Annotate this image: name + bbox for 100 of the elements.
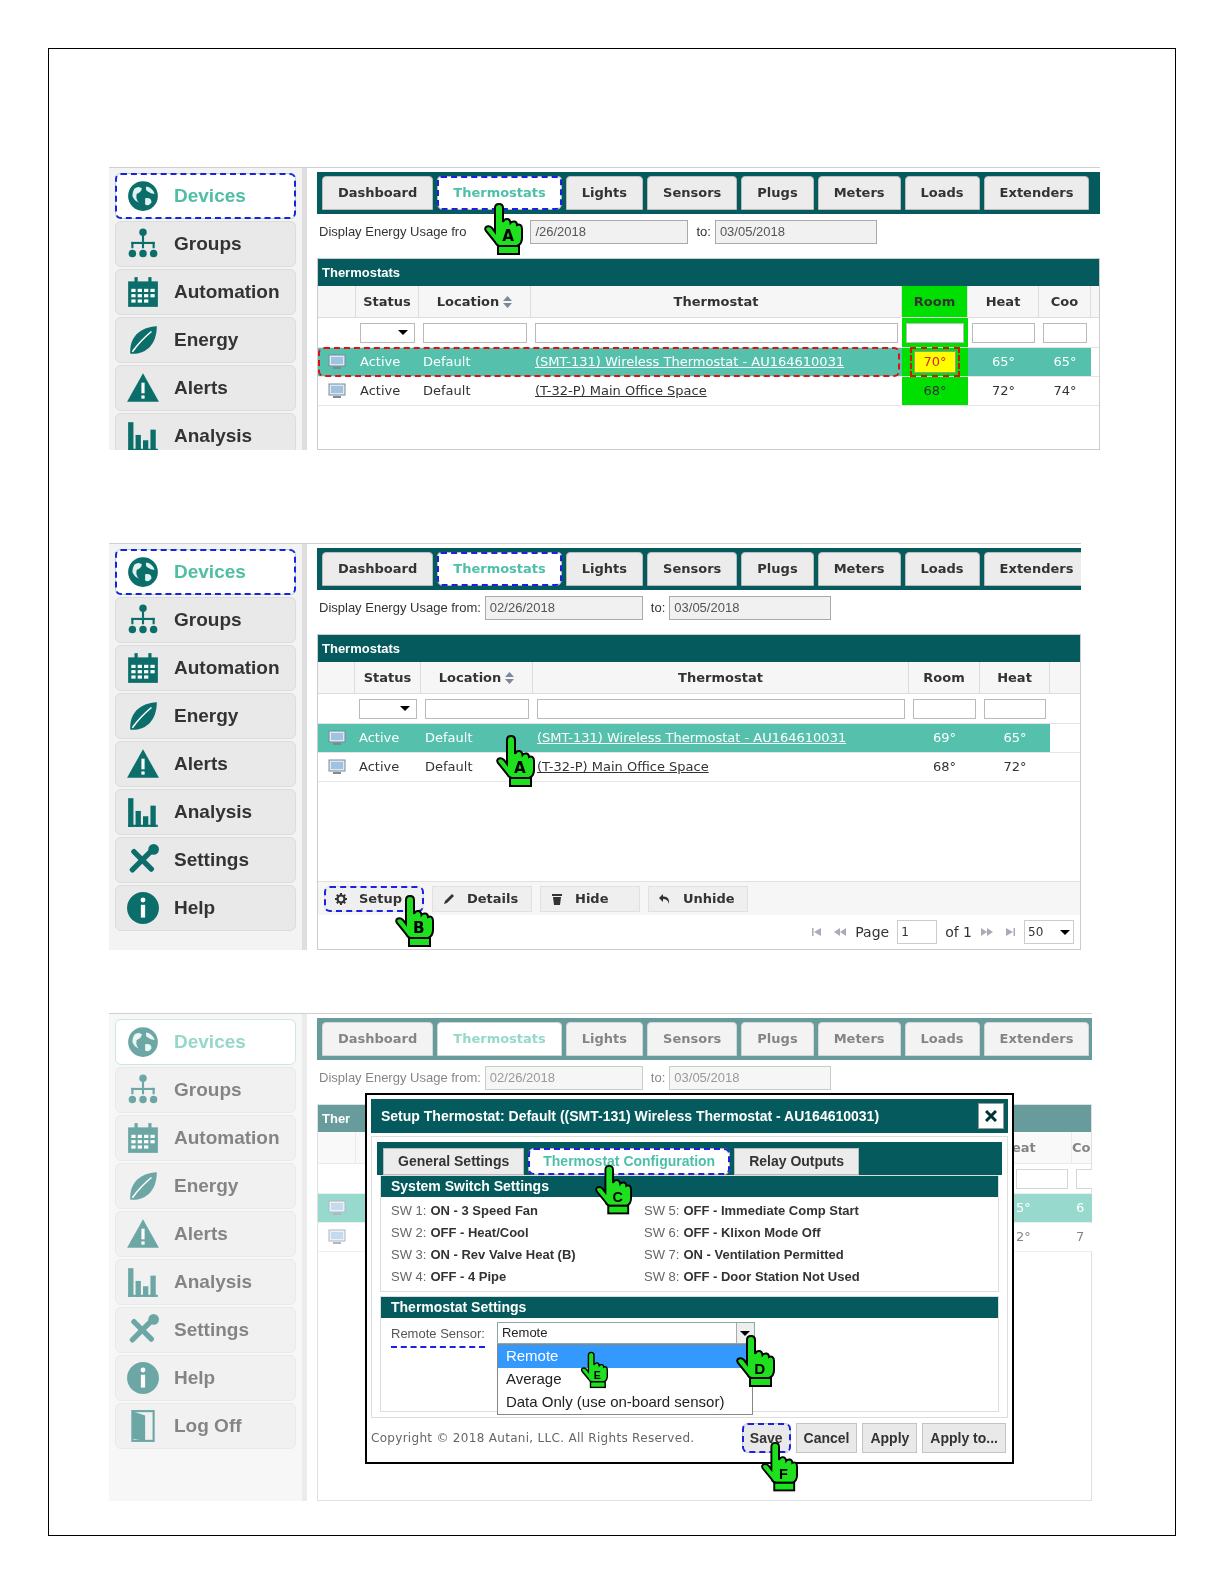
pencil-icon: [443, 892, 455, 905]
column-header[interactable]: Room: [902, 286, 968, 317]
filter-field[interactable]: [535, 322, 898, 343]
column-header[interactable]: Coo: [1039, 286, 1091, 317]
date-field[interactable]: 03/05/2018: [714, 220, 877, 244]
tab[interactable]: Lights: [565, 552, 644, 586]
tab[interactable]: Loads: [904, 176, 980, 210]
switch-setting: SW 8: OFF - Door Station Not Used: [644, 1268, 861, 1287]
page-field[interactable]: 1: [897, 920, 938, 944]
toolbar-button[interactable]: Details: [432, 885, 532, 912]
tab[interactable]: Extenders: [983, 552, 1081, 586]
gear-icon: [335, 892, 347, 905]
dropdown-option[interactable]: Data Only (use on-board sensor): [497, 1391, 733, 1414]
tab[interactable]: Extenders: [983, 176, 1090, 210]
filter-field[interactable]: [423, 322, 527, 343]
pointing-hand-icon: [579, 1351, 608, 1389]
tab[interactable]: Dashboard: [322, 552, 434, 586]
column-header[interactable]: Co: [1072, 1132, 1092, 1163]
tab[interactable]: Meters: [817, 176, 901, 210]
sidebar-item[interactable]: Settings: [115, 837, 296, 883]
field-label: Remote Sensor:: [391, 1324, 485, 1348]
column-header[interactable]: Heat: [968, 286, 1039, 317]
tab[interactable]: Plugs: [741, 552, 814, 586]
calendar-icon: [126, 651, 160, 685]
grid-title: Thermostats: [318, 259, 1099, 286]
filter-field[interactable]: [425, 698, 529, 719]
tab[interactable]: General Settings: [383, 1148, 525, 1175]
filter-select[interactable]: [360, 322, 415, 343]
tab[interactable]: Meters: [817, 552, 901, 586]
sidebar-item[interactable]: Alerts: [115, 741, 296, 787]
bar-chart-icon: [126, 419, 160, 450]
sidebar-item[interactable]: Groups: [115, 221, 296, 267]
filter-field[interactable]: [537, 698, 905, 719]
date-field[interactable]: 02/26/2018: [484, 596, 643, 620]
sidebar-item[interactable]: Alerts: [115, 365, 296, 411]
callout-letter: A: [502, 229, 514, 245]
tab[interactable]: Relay Outputs: [734, 1148, 860, 1175]
pointing-hand-icon: [734, 1334, 775, 1388]
dialog-button[interactable]: Save: [741, 1423, 791, 1453]
sidebar-item[interactable]: Energy: [115, 317, 296, 363]
filter-field[interactable]: [1043, 322, 1087, 343]
tab[interactable]: Plugs: [741, 176, 814, 210]
sort-icon: [503, 295, 513, 308]
dialog-button[interactable]: Apply: [862, 1423, 918, 1453]
monitor-icon: [328, 354, 346, 370]
sidebar-item[interactable]: Automation: [115, 645, 296, 691]
close-icon: [985, 1110, 997, 1122]
undo-icon: [659, 892, 671, 905]
filter-field[interactable]: [984, 698, 1046, 719]
column-header[interactable]: Room: [909, 662, 980, 693]
close-button[interactable]: [978, 1103, 1004, 1129]
info-icon: [126, 1361, 160, 1395]
tab[interactable]: Loads: [904, 552, 980, 586]
sidebar-item[interactable]: Analysis: [115, 413, 296, 450]
column-header[interactable]: Status: [355, 662, 421, 693]
switch-setting: SW 3: ON - Rev Valve Heat (B): [391, 1246, 577, 1265]
table-cell: 6: [1072, 1194, 1092, 1222]
column-header[interactable]: Location: [419, 286, 531, 317]
monitor-icon: [328, 1229, 346, 1245]
remote-sensor-select[interactable]: Remote: [496, 1322, 755, 1344]
sidebar-item[interactable]: Groups: [115, 597, 296, 643]
column-header[interactable]: Status: [356, 286, 419, 317]
dialog-button[interactable]: Apply to...: [922, 1423, 1006, 1453]
sidebar-item[interactable]: Analysis: [115, 789, 296, 835]
tab[interactable]: Sensors: [647, 552, 738, 586]
sidebar-item[interactable]: Energy: [115, 693, 296, 739]
sidebar-item[interactable]: Automation: [115, 269, 296, 315]
tab[interactable]: Dashboard: [322, 176, 434, 210]
dropdown-option[interactable]: Average: [497, 1368, 570, 1391]
sidebar-item[interactable]: Help: [115, 885, 296, 931]
table-cell: Active: [355, 724, 421, 752]
calendar-icon: [126, 275, 160, 309]
dialog-button[interactable]: Cancel: [795, 1423, 858, 1453]
column-header[interactable]: Location: [421, 662, 533, 693]
column-header[interactable]: Thermostat: [533, 662, 909, 693]
bar-chart-icon: [126, 1265, 160, 1299]
page-size-select[interactable]: 50: [1024, 920, 1074, 944]
toolbar-button[interactable]: Unhide: [648, 885, 748, 912]
filter-field[interactable]: [1016, 1168, 1068, 1189]
switch-setting: SW 5: OFF - Immediate Comp Start: [644, 1202, 860, 1221]
caret-icon: [398, 330, 408, 335]
tab[interactable]: Sensors: [647, 176, 738, 210]
filter-select[interactable]: [359, 698, 417, 719]
globe-icon: [126, 1025, 160, 1059]
tab[interactable]: Lights: [565, 176, 644, 210]
callout-letter: B: [413, 920, 425, 936]
filter-field[interactable]: [972, 322, 1035, 343]
callout-letter: D: [754, 1361, 766, 1377]
filter-field[interactable]: [913, 698, 976, 719]
warning-icon: [126, 747, 160, 781]
switch-setting: SW 4: OFF - 4 Pipe: [391, 1268, 508, 1287]
monitor-icon: [327, 730, 346, 746]
date-field[interactable]: /26/2018: [530, 220, 689, 244]
date-field[interactable]: 03/05/2018: [669, 596, 832, 620]
section-header: Thermostat Settings: [381, 1297, 998, 1318]
toolbar-button[interactable]: Hide: [540, 885, 640, 912]
filter-field[interactable]: [906, 322, 964, 343]
column-header[interactable]: Heat: [980, 662, 1050, 693]
caret-icon: [1060, 929, 1070, 935]
toolbar-button[interactable]: Setup: [324, 885, 424, 912]
